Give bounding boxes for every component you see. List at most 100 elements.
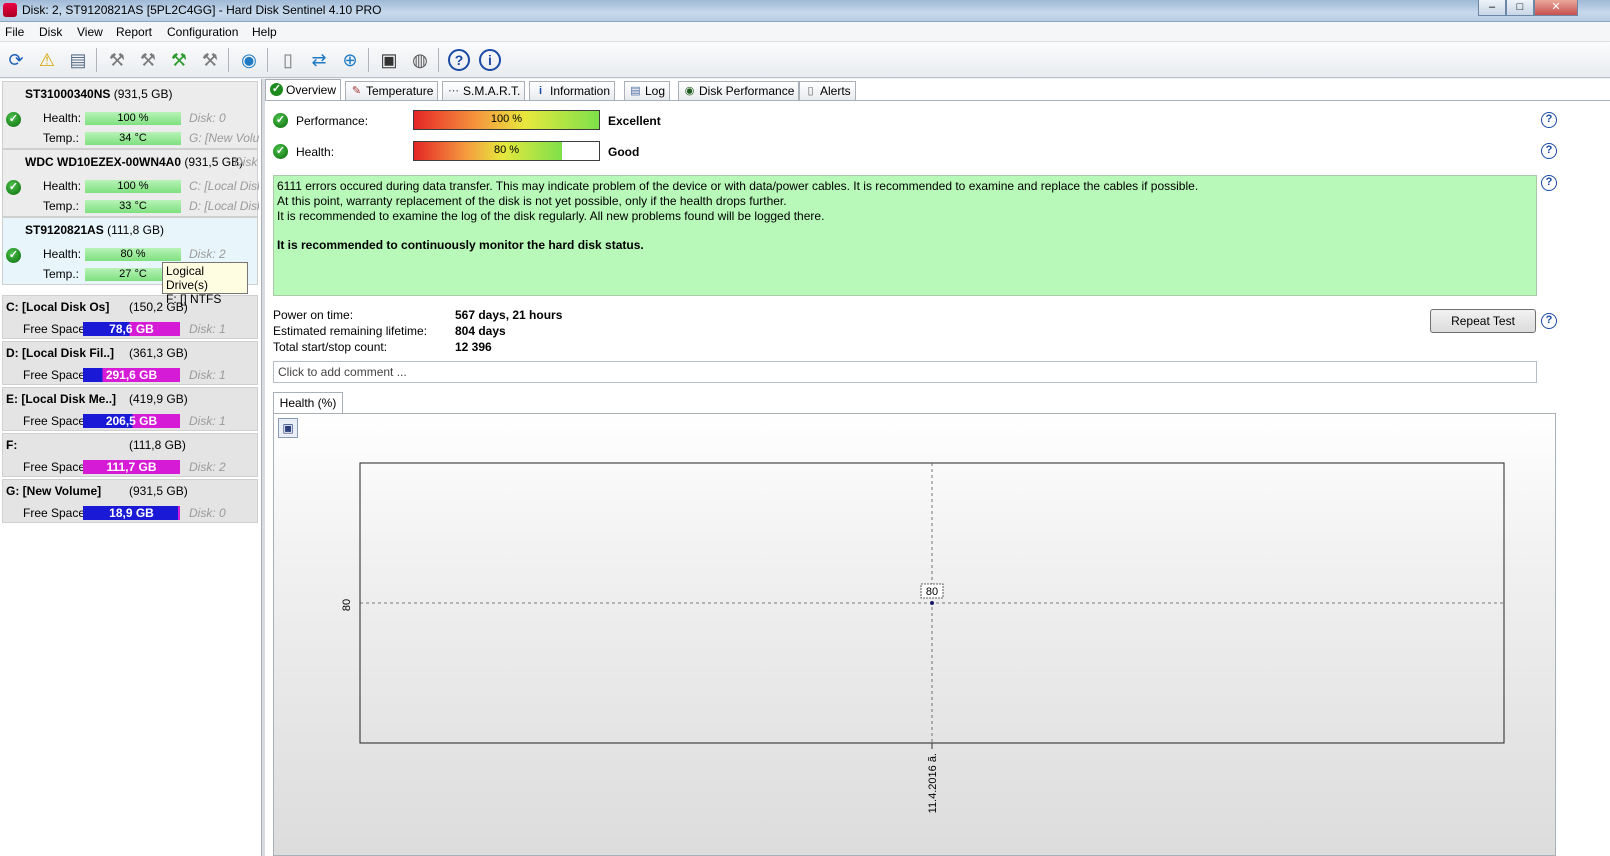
tab-label: Overview [286,83,337,97]
close-button[interactable]: ✕ [1534,0,1578,16]
menu-configuration[interactable]: Configuration [167,25,238,39]
volume-item[interactable]: D: [Local Disk Fil..] (361,3 GB) Free Sp… [2,341,258,385]
volume-size: (361,3 GB) [129,346,188,360]
toolbar-separator [267,48,268,72]
volume-size: (931,5 GB) [129,484,188,498]
smart-icon: ⋯ [448,85,459,97]
repeat-test-button[interactable]: Repeat Test [1430,309,1536,333]
menu-disk[interactable]: Disk [39,25,62,39]
message-recommendation: It is recommended to continuously monito… [277,238,644,252]
menu-help[interactable]: Help [252,25,277,39]
data-point [930,601,934,605]
health-ok-icon: ✓ [273,144,288,159]
maximize-button[interactable]: □ [1506,0,1534,16]
health-chart: 80 80 11.4.2016 ã. [341,462,1505,813]
performance-label: Performance: [296,114,369,128]
health-rating: Good [608,145,640,159]
save-icon[interactable]: ▣ [278,418,298,438]
help-icon[interactable]: ? [446,47,472,73]
performance-value: 100 % [490,113,523,125]
volume-info: C: [Local Disk [189,179,259,193]
check-icon: ✓ [270,83,283,96]
temp-bar: 33 °C [85,200,181,213]
volume-size: (111,8 GB) [129,438,186,452]
volume-item[interactable]: F: (111,8 GB) Free Space 111,7 GB Disk: … [2,433,258,477]
toolbar-separator [228,48,229,72]
disk-item-wdc[interactable]: WDC WD10EZEX-00WN4A0 (931,5 GB) Disk ✓ H… [2,149,259,217]
disk-item-st31000340ns[interactable]: ST31000340NS (931,5 GB) ✓ Health: 100 % … [2,81,259,149]
health-bar: 100 % [85,112,181,125]
refresh-icon[interactable]: ⟳ [3,47,29,73]
volume-item[interactable]: G: [New Volume] (931,5 GB) Free Space 18… [2,479,258,523]
health-label: Health: [43,179,82,193]
tool-4-icon[interactable]: ⚒ [197,47,223,73]
disk-name: ST9120821AS (111,8 GB) [25,223,164,237]
tab-alerts[interactable]: ▯ Alerts [799,81,856,101]
temp-label: Temp.: [43,267,80,281]
volume-name: E: [Local Disk Me..] [6,392,117,406]
health-bar: 100 % [85,180,181,193]
free-space-label: Free Space [23,322,86,336]
tab-label: S.M.A.R.T. [463,84,521,98]
volume-info: D: [Local Disk [189,199,259,213]
menu-view[interactable]: View [77,25,103,39]
status-ok-icon: ✓ [6,248,21,263]
alert-icon[interactable]: ⚠ [34,47,60,73]
help-icon[interactable]: ? [1541,313,1557,329]
disk-size: (931,5 GB) [113,87,173,101]
sound-icon[interactable]: ◍ [407,47,433,73]
title-bar: Disk: 2, ST9120821AS [5PL2C4GG] - Hard D… [0,0,1610,22]
volume-name: F: [6,438,18,452]
minimize-button[interactable]: – [1478,0,1506,16]
disk-size: (111,8 GB) [107,223,164,237]
help-icon[interactable]: ? [1541,175,1557,191]
menu-bar: File Disk View Report Configuration Help [0,22,1610,42]
tab-disk-performance[interactable]: ◉ Disk Performance [678,81,800,101]
volume-disk: Disk: 2 [189,460,226,474]
help-icon[interactable]: ? [1541,112,1557,128]
volume-disk: Disk: 1 [189,368,226,382]
lifetime-label: Estimated remaining lifetime: [273,324,428,338]
tab-label: Information [550,84,611,98]
menu-report[interactable]: Report [116,25,152,39]
globe-icon[interactable]: ◉ [236,47,262,73]
network-icon[interactable]: ⊕ [337,47,363,73]
performance-rating: Excellent [608,114,661,128]
volume-name: D: [Local Disk Fil..] [6,346,115,360]
tool-2-icon[interactable]: ⚒ [135,47,161,73]
monitor-icon[interactable]: ▣ [376,47,402,73]
tab-temperature[interactable]: ✎ Temperature [345,81,439,101]
volume-disk: Disk: 0 [189,506,226,520]
tab-health-percent[interactable]: Health (%) [273,392,343,414]
tab-smart[interactable]: ⋯ S.M.A.R.T. [442,81,526,101]
free-space-bar: 18,9 GB [83,506,180,520]
start-stop-label: Total start/stop count: [273,340,388,354]
tab-overview[interactable]: ✓ Overview [265,79,342,101]
volume-item[interactable]: E: [Local Disk Me..] (419,9 GB) Free Spa… [2,387,258,431]
toolbar: ⟳ ⚠ ▤ ⚒ ⚒ ⚒ ⚒ ◉ ▯ ⇄ ⊕ ▣ ◍ ? i [0,42,1610,78]
toolbar-separator [368,48,369,72]
help-icon[interactable]: ? [1541,143,1557,159]
document-icon[interactable]: ▯ [275,47,301,73]
alerts-icon: ▯ [807,85,814,97]
info-icon[interactable]: i [477,47,503,73]
disk-icon[interactable]: ▤ [65,47,91,73]
tab-log[interactable]: ▤ Log [624,81,671,101]
free-space-label: Free Space [23,506,86,520]
sync-icon[interactable]: ⇄ [306,47,332,73]
health-value: 80 % [493,144,520,156]
tool-3-icon[interactable]: ⚒ [166,47,192,73]
temp-bar: 34 °C [85,132,181,145]
health-label: Health: [296,145,335,159]
comment-input[interactable]: Click to add comment ... [273,361,1537,383]
tool-1-icon[interactable]: ⚒ [104,47,130,73]
message-line: 6111 errors occured during data transfer… [277,179,1199,193]
free-space-bar: 111,7 GB [83,460,180,474]
disk-number: Disk [234,155,258,169]
menu-file[interactable]: File [5,25,24,39]
health-label: Health: [43,111,82,125]
free-space-label: Free Space [23,414,86,428]
toolbar-separator [96,48,97,72]
tab-information[interactable]: i Information [529,81,616,101]
x-tick-label: 11.4.2016 ã. [927,753,939,813]
